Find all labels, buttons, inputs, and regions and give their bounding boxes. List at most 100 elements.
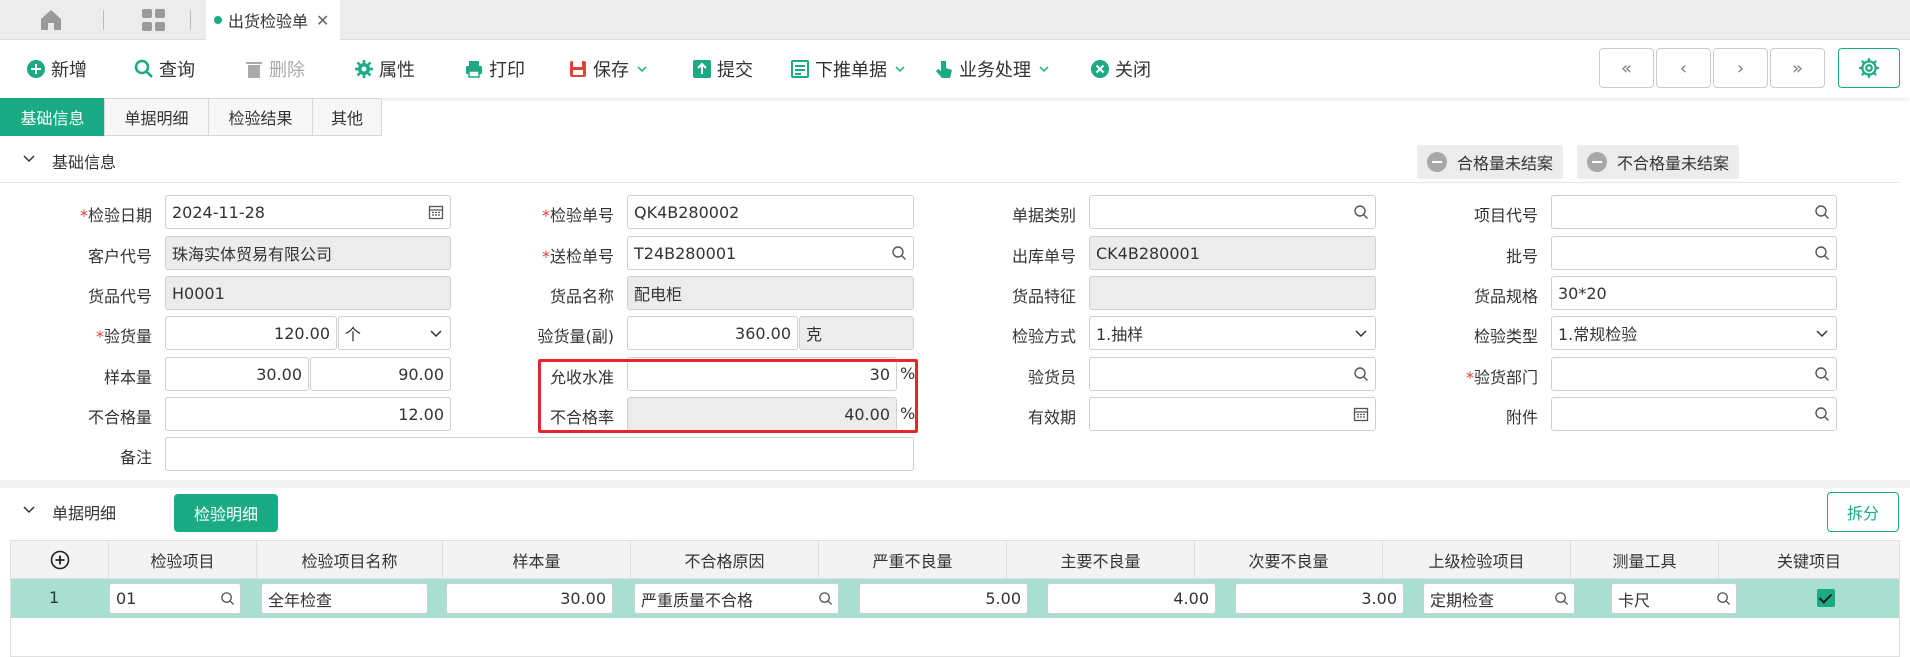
chevron-down-icon[interactable] xyxy=(895,64,905,74)
search-icon[interactable] xyxy=(1353,366,1369,382)
push-down-button[interactable]: 下推单据 xyxy=(790,56,905,82)
inspect-qty-sub-field[interactable]: 360.00 xyxy=(627,316,798,350)
save-button[interactable]: 保存 xyxy=(568,56,647,82)
chevron-down-icon[interactable] xyxy=(22,152,36,166)
search-icon[interactable] xyxy=(1814,245,1830,261)
inspection-detail-tab[interactable]: 检验明细 xyxy=(174,494,278,532)
search-icon[interactable] xyxy=(818,591,833,606)
calendar-icon[interactable] xyxy=(428,204,444,220)
section-title: 单据明细 xyxy=(52,504,117,523)
key-item-checkbox[interactable] xyxy=(1817,589,1835,607)
unqualified-unclosed-badge[interactable]: 不合格量未结案 xyxy=(1577,145,1740,179)
outbound-no-label: 出库单号 xyxy=(1011,247,1076,266)
batch-field[interactable] xyxy=(1551,236,1837,270)
goods-spec-field[interactable]: 30*20 xyxy=(1551,276,1837,310)
search-icon[interactable] xyxy=(1814,204,1830,220)
close-tab-icon[interactable]: ✕ xyxy=(316,11,329,30)
item-cell[interactable]: 01 xyxy=(109,583,241,614)
calendar-icon[interactable] xyxy=(1353,406,1369,422)
chevron-left-icon: ‹ xyxy=(1679,57,1688,79)
inspect-unit-select[interactable]: 个 xyxy=(338,316,451,350)
reason-cell[interactable]: 严重质量不合格 xyxy=(634,583,839,614)
column-header[interactable]: 样本量 xyxy=(443,541,631,579)
table-row[interactable]: 1 01 全年检查 30.00 严重质量不合格 5.00 4.00 3.00 定… xyxy=(11,579,1899,618)
unqualified-field[interactable]: 12.00 xyxy=(165,397,451,431)
doc-type-field[interactable] xyxy=(1089,195,1376,229)
apps-grid-icon[interactable] xyxy=(142,9,166,31)
attachment-field[interactable] xyxy=(1551,397,1837,431)
tab-other[interactable]: 其他 xyxy=(312,98,382,136)
home-icon[interactable] xyxy=(38,8,64,32)
tab-inspection-result[interactable]: 检验结果 xyxy=(208,98,313,136)
column-header[interactable]: 不合格原因 xyxy=(631,541,819,579)
dept-field[interactable] xyxy=(1551,357,1837,391)
column-header[interactable]: 检验项目 xyxy=(109,541,257,579)
add-circle-icon[interactable] xyxy=(50,550,70,570)
chevron-down-icon[interactable] xyxy=(637,64,647,74)
sample-field-2[interactable]: 90.00 xyxy=(310,357,451,391)
outbound-no-field[interactable]: CK4B280001 xyxy=(1089,236,1376,270)
unqualified-label: 不合格量 xyxy=(87,408,152,427)
close-button[interactable]: 关闭 xyxy=(1090,56,1151,82)
column-header[interactable]: 次要不良量 xyxy=(1195,541,1383,579)
customer-field[interactable]: 珠海实体贸易有限公司 xyxy=(165,236,451,270)
goods-feature-field[interactable] xyxy=(1089,276,1376,310)
search-icon[interactable] xyxy=(1814,406,1830,422)
minor-cell[interactable]: 3.00 xyxy=(1235,583,1404,614)
method-select[interactable]: 1.抽样 xyxy=(1089,316,1376,350)
inspect-date-field[interactable]: 2024-11-28 xyxy=(165,195,451,229)
chevron-down-icon[interactable] xyxy=(22,503,36,517)
search-icon[interactable] xyxy=(220,591,235,606)
search-icon[interactable] xyxy=(1554,591,1569,606)
item-name-cell[interactable]: 全年检查 xyxy=(261,583,428,614)
column-header[interactable]: 测量工具 xyxy=(1571,541,1719,579)
inspect-no-field[interactable]: QK4B280002 xyxy=(627,195,914,229)
business-button[interactable]: 业务处理 xyxy=(934,56,1049,82)
properties-button[interactable]: 属性 xyxy=(354,56,415,82)
first-record-button[interactable]: « xyxy=(1599,48,1654,88)
column-header[interactable]: 上级检验项目 xyxy=(1383,541,1571,579)
tool-cell[interactable]: 卡尺 xyxy=(1611,583,1737,614)
inspector-field[interactable] xyxy=(1089,357,1376,391)
detail-header[interactable]: 单据明细 xyxy=(0,488,1900,534)
prev-record-button[interactable]: ‹ xyxy=(1656,48,1711,88)
print-button[interactable]: 打印 xyxy=(464,56,525,82)
column-header[interactable]: 关键项目 xyxy=(1719,541,1899,579)
last-record-button[interactable]: » xyxy=(1770,48,1825,88)
goods-name-field[interactable]: 配电柜 xyxy=(627,276,914,310)
next-record-button[interactable]: › xyxy=(1713,48,1768,88)
inspect-type-select[interactable]: 1.常规检验 xyxy=(1551,316,1837,350)
severe-cell[interactable]: 5.00 xyxy=(859,583,1028,614)
delete-button[interactable]: 删除 xyxy=(244,56,305,82)
split-button[interactable]: 拆分 xyxy=(1827,492,1899,532)
new-button[interactable]: 新增 xyxy=(26,56,87,82)
inspect-unit-sub-field[interactable]: 克 xyxy=(799,316,914,350)
sample-cell[interactable]: 30.00 xyxy=(446,583,613,614)
validity-field[interactable] xyxy=(1089,397,1376,431)
query-button[interactable]: 查询 xyxy=(134,56,195,82)
column-header[interactable]: 主要不良量 xyxy=(1007,541,1195,579)
goods-code-field[interactable]: H0001 xyxy=(165,276,451,310)
send-no-field[interactable]: T24B280001 xyxy=(627,236,914,270)
parent-item-cell[interactable]: 定期检查 xyxy=(1423,583,1575,614)
tab-doc-detail[interactable]: 单据明细 xyxy=(104,98,209,136)
remark-field[interactable] xyxy=(165,437,914,471)
submit-button[interactable]: 提交 xyxy=(692,56,753,82)
search-icon[interactable] xyxy=(1353,204,1369,220)
tab-basic-info[interactable]: 基础信息 xyxy=(0,98,105,136)
column-header[interactable]: 检验项目名称 xyxy=(257,541,443,579)
column-header[interactable]: 严重不良量 xyxy=(819,541,1007,579)
chevron-down-icon[interactable] xyxy=(1039,64,1049,74)
search-icon[interactable] xyxy=(1814,366,1830,382)
search-icon[interactable] xyxy=(891,245,907,261)
add-row-header[interactable] xyxy=(11,541,109,579)
sample-field-1[interactable]: 30.00 xyxy=(165,357,309,391)
settings-button[interactable] xyxy=(1838,48,1900,88)
major-cell[interactable]: 4.00 xyxy=(1047,583,1216,614)
inspect-qty-field[interactable]: 120.00 xyxy=(165,316,337,350)
project-code-field[interactable] xyxy=(1551,195,1837,229)
tab-outbound-inspection[interactable]: 出货检验单 ✕ xyxy=(206,0,340,40)
search-icon[interactable] xyxy=(1716,591,1731,606)
qualified-unclosed-badge[interactable]: 合格量未结案 xyxy=(1417,145,1564,179)
customer-label: 客户代号 xyxy=(87,247,152,266)
